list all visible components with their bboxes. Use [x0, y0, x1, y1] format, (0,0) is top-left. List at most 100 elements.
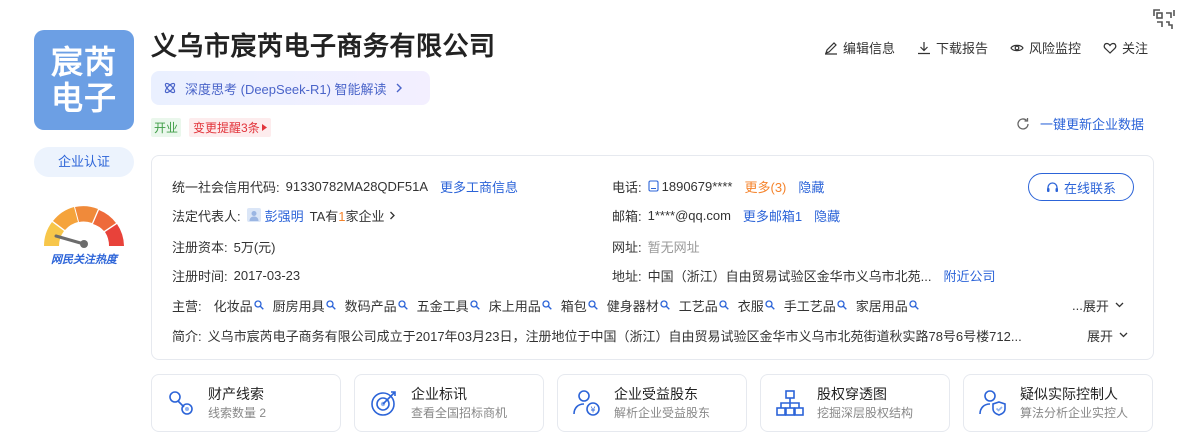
shareholder-icon: ¥ — [573, 390, 600, 416]
main-business-item-label: 箱包 — [560, 298, 587, 314]
ta-has-companies[interactable]: TA有1家企业 — [310, 206, 385, 225]
website-label: 网址: — [612, 239, 642, 255]
main-business-item-label: 家居用品 — [855, 298, 908, 314]
website-value: 暂无网址 — [647, 239, 700, 255]
logo-line-1: 宸芮 — [50, 43, 117, 81]
main-business-item[interactable]: 手工艺品 — [784, 296, 847, 315]
credit-code-label: 统一社会信用代码: — [172, 179, 280, 195]
hide-email-link[interactable]: 隐藏 — [814, 206, 840, 225]
address-value: 中国（浙江）自由贸易试验区金华市义乌市北苑... — [647, 268, 932, 284]
main-business-item[interactable]: 工艺品 — [679, 296, 729, 315]
more-email-link[interactable]: 更多邮箱1 — [743, 206, 802, 225]
feature-card-wealth-clues[interactable]: 财产线索线索数量 2 — [151, 374, 341, 432]
main-business-item[interactable]: 化妆品 — [214, 296, 264, 315]
main-business-item[interactable]: 衣服 — [738, 296, 775, 315]
phone-icon — [648, 180, 659, 192]
status-tags: 开业 变更提醒3条 — [151, 118, 271, 137]
hide-phone-link[interactable]: 隐藏 — [798, 177, 824, 196]
feature-subtitle: 算法分析企业实控人 — [1020, 405, 1129, 420]
main-business-item-label: 厨房用具 — [272, 298, 325, 314]
download-report-label: 下载报告 — [936, 41, 989, 56]
legal-rep-label: 法定代表人: — [172, 208, 241, 224]
email-row: 邮箱: 1****@qq.com 更多邮箱1 隐藏 — [612, 205, 840, 225]
credit-code-value: 91330782MA28QDF51A — [285, 178, 428, 194]
follow-button[interactable]: 关注 — [1103, 38, 1148, 57]
main-business-list: 化妆品 厨房用具 数码产品 五金工具 床上用品 箱包 健身器材 工艺品 衣服 手工艺品 家居用品 — [214, 296, 928, 315]
search-icon — [660, 300, 670, 310]
legal-rep-link[interactable]: 彭强明 — [265, 206, 304, 225]
website-row: 网址: 暂无网址 — [612, 236, 700, 256]
search-icon — [253, 300, 264, 310]
search-icon — [909, 300, 919, 310]
ta-has-count: 1 — [338, 208, 346, 224]
headset-icon — [1046, 181, 1058, 192]
download-report-button[interactable]: 下载报告 — [917, 38, 988, 57]
main-business-item-label: 数码产品 — [344, 298, 397, 314]
ai-interpretation-button[interactable]: 深度思考 (DeepSeek-R1) 智能解读 — [151, 71, 430, 105]
change-alert-badge[interactable]: 变更提醒3条 — [189, 118, 271, 137]
more-phone-link[interactable]: 更多(3) — [744, 177, 786, 196]
controller-icon — [979, 390, 1006, 416]
main-business-item-label: 健身器材 — [606, 298, 659, 314]
main-business-item-label: 床上用品 — [488, 298, 541, 314]
company-name: 义乌市宸芮电子商务有限公司 — [151, 32, 496, 62]
intro-text: 义乌市宸芮电子商务有限公司成立于2017年03月23日，注册地位于中国（浙江）自… — [207, 328, 1022, 344]
online-contact-button[interactable]: 在线联系 — [1028, 173, 1134, 201]
feature-title: 疑似实际控制人 — [1020, 385, 1118, 402]
pencil-icon — [825, 41, 837, 55]
expand-label: 展开 — [1082, 298, 1109, 314]
main-business-item[interactable]: 数码产品 — [345, 296, 408, 315]
main-business-item[interactable]: 厨房用具 — [273, 296, 336, 315]
enterprise-certification-button[interactable]: 企业认证 — [34, 147, 134, 177]
qr-code-icon[interactable] — [1152, 8, 1178, 32]
main-business-item-label: 手工艺品 — [783, 298, 836, 314]
search-icon — [542, 300, 552, 310]
feature-card-beneficial-shareholders[interactable]: ¥ 企业受益股东 解析企业受益股东 — [557, 374, 747, 432]
search-icon — [326, 300, 336, 310]
nearby-companies-link[interactable]: 附近公司 — [943, 266, 995, 285]
main-business-item[interactable]: 箱包 — [561, 296, 598, 315]
intro-expand[interactable]: 展开 — [1087, 325, 1128, 345]
ai-atom-icon — [164, 82, 176, 94]
target-icon — [371, 391, 396, 416]
feature-subtitle: 查看全国招标商机 — [411, 405, 508, 420]
risk-monitor-button[interactable]: 风险监控 — [1010, 38, 1081, 57]
refresh-data-button[interactable]: 一键更新企业数据 — [1016, 114, 1144, 133]
org-chart-icon — [776, 390, 804, 416]
feature-card-tenders[interactable]: 企业标讯 查看全国招标商机 — [354, 374, 544, 432]
feature-card-equity-chart[interactable]: 股权穿透图 挖掘深层股权结构 — [760, 374, 950, 432]
feature-subtitle: 线索数量 2 — [208, 405, 267, 420]
phone-row: 电话: 1890679**** 更多(3) 隐藏 — [612, 176, 824, 196]
edit-info-button[interactable]: 编辑信息 — [824, 38, 895, 57]
ta-has-prefix: TA有 — [309, 208, 339, 224]
search-icon — [398, 300, 408, 310]
logo-line-2: 电子 — [50, 79, 117, 117]
main-business-item[interactable]: 健身器材 — [607, 296, 670, 315]
intro-label: 简介: — [172, 328, 202, 344]
wealth-clue-icon — [169, 391, 193, 415]
triangle-right-icon — [261, 124, 267, 131]
reg-date-label: 注册时间: — [172, 268, 228, 284]
main-business-item[interactable]: 家居用品 — [856, 296, 919, 315]
main-business-item-label: 工艺品 — [678, 298, 718, 314]
address-row: 地址: 中国（浙江）自由贸易试验区金华市义乌市北苑... 附近公司 — [612, 265, 995, 285]
feature-card-actual-controller[interactable]: 疑似实际控制人 算法分析企业实控人 — [963, 374, 1153, 432]
feature-title: 企业受益股东 — [614, 385, 698, 402]
email-value: 1****@qq.com — [647, 207, 731, 223]
main-business-item[interactable]: 五金工具 — [417, 296, 480, 315]
more-business-info-link[interactable]: 更多工商信息 — [440, 177, 518, 196]
main-business-item[interactable]: 床上用品 — [489, 296, 552, 315]
status-badge: 开业 — [151, 118, 182, 137]
main-business-label: 主营: — [172, 298, 202, 314]
feature-title: 财产线索 — [208, 385, 264, 402]
company-logo: 宸芮 电子 — [34, 30, 134, 130]
feature-subtitle: 解析企业受益股东 — [614, 405, 711, 420]
main-business-row: 主营: 化妆品 厨房用具 数码产品 五金工具 床上用品 箱包 健身器材 工艺品 衣服 手工艺品 家居… — [172, 295, 928, 315]
phone-value: 1890679**** — [661, 178, 733, 194]
search-icon — [470, 300, 480, 310]
business-info-card: 统一社会信用代码: 91330782MA28QDF51A 更多工商信息 电话: … — [151, 155, 1154, 360]
chevron-right-icon — [389, 211, 395, 219]
main-business-ellipsis: ... — [1072, 297, 1083, 313]
download-icon — [918, 41, 931, 54]
main-business-expand[interactable]: ... 展开 — [1072, 295, 1124, 315]
